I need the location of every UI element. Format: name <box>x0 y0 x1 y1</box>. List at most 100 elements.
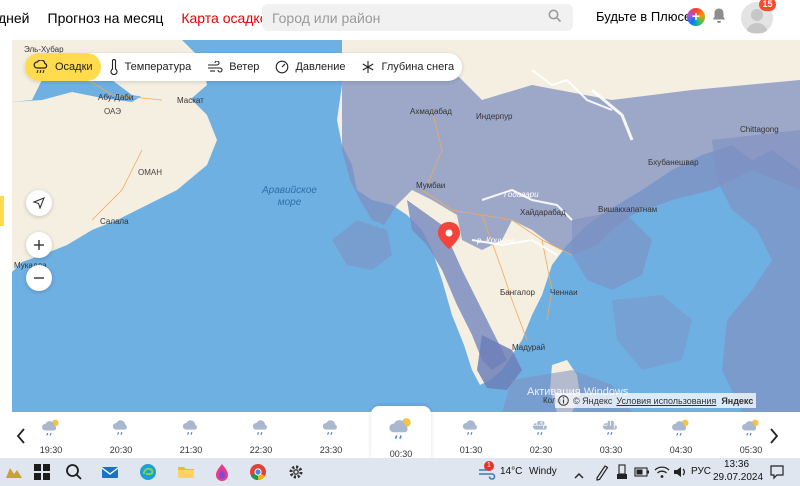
cloud-rain-sun-icon <box>742 419 759 436</box>
widgets-icon[interactable] <box>4 462 24 482</box>
nav-precipitation-map-link[interactable]: Карта осадков <box>181 10 275 26</box>
plus-subscription-link[interactable]: Будьте в Плюсе <box>596 9 691 24</box>
cloud-rain-icon <box>182 420 197 435</box>
layer-wind-button[interactable]: Ветер <box>199 53 267 81</box>
layer-label: Температура <box>124 61 192 73</box>
start-windows-icon[interactable] <box>32 462 52 482</box>
usb-device-icon[interactable] <box>614 462 630 482</box>
thermometer-icon <box>110 59 118 75</box>
weather-description[interactable]: Windy <box>529 466 557 477</box>
timeline-slot[interactable]: 21:30 <box>171 418 211 455</box>
cloud-rain-icon <box>322 420 337 435</box>
search-input[interactable] <box>262 4 573 31</box>
river-label: р. Кришна <box>477 236 515 245</box>
map-label: Мадурай <box>512 343 546 352</box>
info-icon[interactable] <box>558 395 569 406</box>
search-icon[interactable] <box>548 9 562 23</box>
layer-precipitation-button[interactable]: Осадки <box>25 53 101 81</box>
left-panel-tab[interactable] <box>0 196 4 226</box>
timeline-time: 02:30 <box>529 445 553 455</box>
wifi-icon[interactable] <box>653 462 671 482</box>
timeline-slot[interactable]: 22:30 <box>241 418 281 455</box>
cloud-rain-sun-icon <box>672 419 689 436</box>
layer-pressure-button[interactable]: Давление <box>267 53 353 81</box>
map-sea-label: Аравийское море <box>262 185 317 208</box>
layer-label: Осадки <box>55 61 93 73</box>
yandex-logo[interactable]: Яндекс <box>721 396 753 406</box>
forecast-timeline: 19:30 20:30 21:30 22:30 23:30 00:30 01:30 02:30… <box>0 406 800 460</box>
timeline-time: 04:30 <box>669 445 693 455</box>
nav-month-forecast-link[interactable]: Прогноз на месяц <box>48 10 164 26</box>
map-attribution: © Яндекс Условия использования Яндекс <box>555 393 757 408</box>
timeline-slot[interactable]: 00:30 <box>371 406 431 460</box>
windows-activation-watermark-line2: раздел "Параметры". <box>526 417 635 429</box>
notifications-chat-icon[interactable] <box>768 462 786 482</box>
map-label: Бангалор <box>500 288 535 297</box>
timeline-slot[interactable]: 01:30 <box>451 418 491 455</box>
timeline-time: 05:30 <box>739 445 763 455</box>
layer-label: Ветер <box>229 61 260 73</box>
map-label: ОАЭ <box>104 107 121 116</box>
navigation-arrow-icon <box>33 197 45 209</box>
minus-icon <box>34 277 44 279</box>
battery-icon[interactable] <box>633 462 651 482</box>
map-label: Бхубанешвар <box>648 158 699 167</box>
mail-icon[interactable] <box>100 462 120 482</box>
bell-icon[interactable] <box>711 7 727 25</box>
pen-icon[interactable] <box>594 462 610 482</box>
pressure-gauge-icon <box>276 60 289 74</box>
map-label: ОМАН <box>138 168 162 177</box>
cloud-rain-icon <box>462 420 477 435</box>
chevron-up-icon[interactable] <box>573 466 585 486</box>
layer-snow-depth-button[interactable]: Глубина снега <box>353 53 462 81</box>
my-location-button[interactable] <box>26 190 52 216</box>
map-label: Ченнаи <box>550 288 578 297</box>
cloud-rain-icon <box>112 420 127 435</box>
timeline-slot[interactable]: 04:30 <box>661 418 701 455</box>
clock-time[interactable]: 13:36 <box>724 459 749 470</box>
timeline-time: 21:30 <box>179 445 203 455</box>
map-label: Индерпур <box>476 112 513 121</box>
file-explorer-icon[interactable] <box>176 462 196 482</box>
nav-days-link[interactable]: дней <box>0 10 30 26</box>
wind-icon <box>208 61 223 73</box>
timeline-slot[interactable]: 23:30 <box>311 418 351 455</box>
terms-of-use-link[interactable]: Условия использования <box>616 396 716 406</box>
timeline-prev-arrow-icon[interactable] <box>14 426 28 446</box>
search-icon[interactable] <box>64 462 84 482</box>
timeline-time: 23:30 <box>319 445 343 455</box>
map-label: Chittagong <box>740 125 779 134</box>
left-panel-strip <box>0 40 12 412</box>
timeline-slot[interactable]: 05:30 <box>731 418 771 455</box>
copyright-text: © Яндекс <box>573 395 613 406</box>
edge-browser-icon[interactable] <box>138 462 158 482</box>
precipitation-map[interactable]: Эль-Хубар Абу-Даби ОАЭ Маскат ОМАН Салал… <box>12 40 800 412</box>
settings-gear-icon[interactable] <box>286 462 306 482</box>
clock-date[interactable]: 29.07.2024 <box>713 472 763 483</box>
timeline-time: 01:30 <box>459 445 483 455</box>
map-label: Ахмадабад <box>410 107 452 116</box>
map-label: Мумбаи <box>416 181 446 190</box>
timeline-time: 19:30 <box>39 445 63 455</box>
input-language[interactable]: РУС <box>691 466 711 477</box>
plus-icon <box>34 240 44 250</box>
timeline-slot[interactable]: 20:30 <box>101 418 141 455</box>
timeline-time: 20:30 <box>109 445 133 455</box>
rain-cloud-icon <box>33 60 48 74</box>
map-label: Хайдарабад <box>520 208 566 217</box>
flame-app-icon[interactable] <box>212 462 232 482</box>
zoom-in-button[interactable] <box>26 232 52 258</box>
timeline-slot[interactable]: 19:30 <box>31 418 71 455</box>
cloud-rain-sun-icon <box>389 418 411 439</box>
snowflake-icon <box>363 61 374 73</box>
weather-temperature[interactable]: 14°C <box>500 466 522 477</box>
layer-label: Глубина снега <box>381 61 455 73</box>
plus-logo-icon[interactable] <box>687 8 705 26</box>
layer-temperature-button[interactable]: Температура <box>101 53 200 81</box>
cloud-rain-moon-icon <box>42 419 59 436</box>
map-label: Салала <box>100 217 129 226</box>
weather-alert-badge: 1 <box>484 461 494 471</box>
zoom-out-button[interactable] <box>26 265 52 291</box>
speaker-icon[interactable] <box>672 462 688 482</box>
chrome-browser-icon[interactable] <box>248 462 268 482</box>
